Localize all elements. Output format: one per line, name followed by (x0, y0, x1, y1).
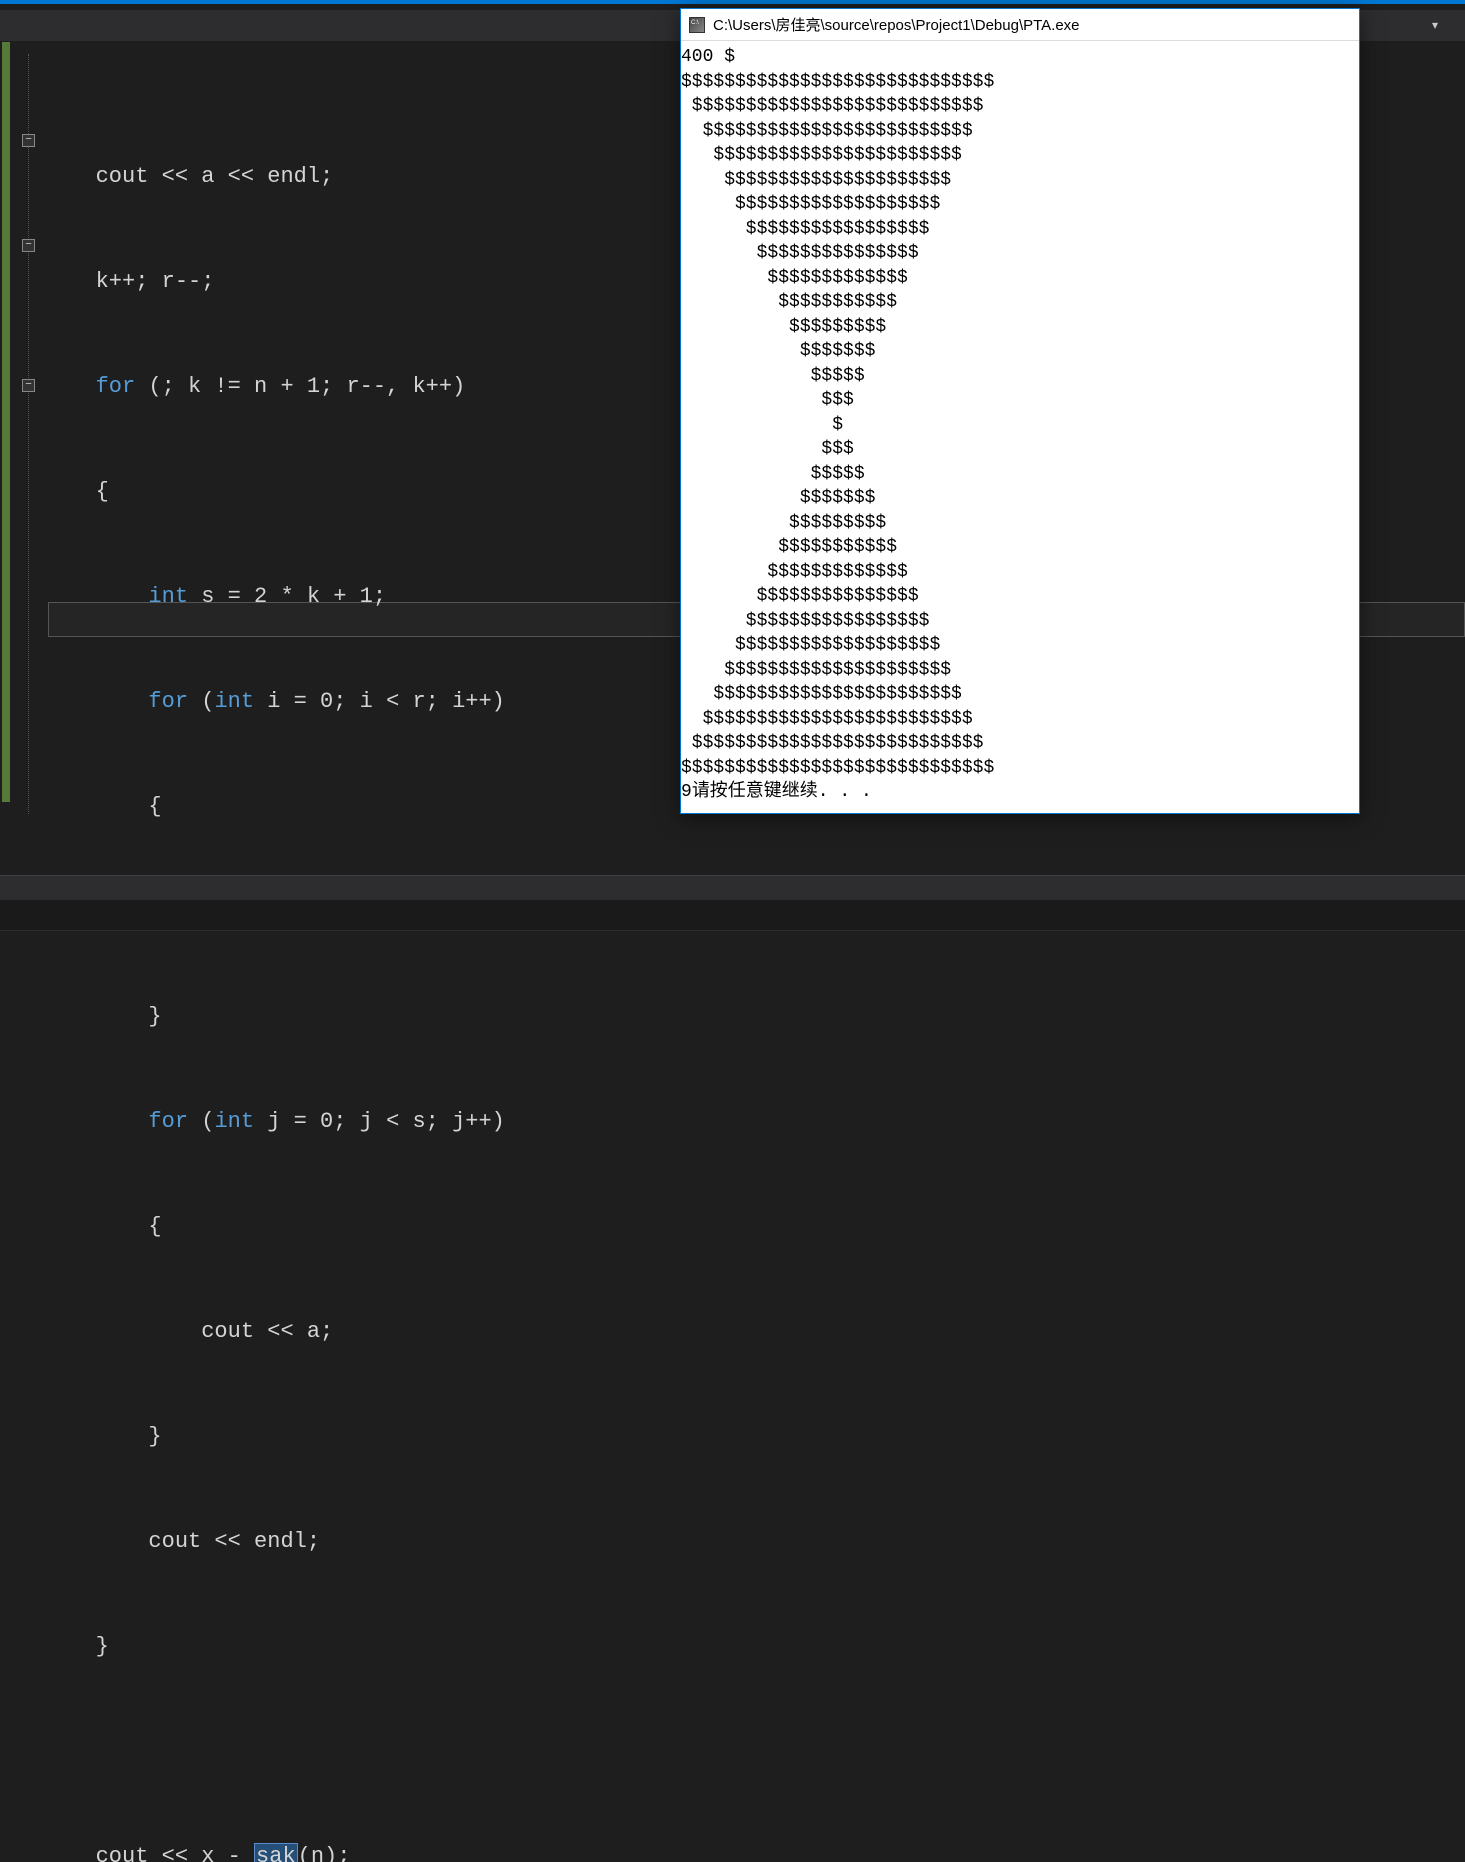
code-text: cout << a; (201, 1319, 333, 1344)
editor-gutter: − − − (0, 42, 48, 862)
fold-guide-line (28, 54, 29, 814)
console-titlebar[interactable]: C:\Users\房佳亮\source\repos\Project1\Debug… (681, 9, 1359, 41)
code-text: ( (188, 1109, 214, 1134)
change-tracking-bar (2, 42, 10, 802)
code-text: cout << a << endl; (96, 164, 334, 189)
code-text: ( (188, 689, 214, 714)
code-text: { (148, 1214, 161, 1239)
console-shape-output: $$$$$$$$$$$$$$$$$$$$$$$$$$$$$ $$$$$$$$$$… (681, 72, 994, 778)
keyword-int: int (214, 689, 254, 714)
fold-toggle-icon[interactable]: − (22, 239, 35, 252)
keyword-for: for (148, 689, 188, 714)
status-bar-area (0, 875, 1465, 931)
console-input-echo: 400 $ (681, 47, 735, 67)
console-title-text: C:\Users\房佳亮\source\repos\Project1\Debug… (713, 14, 1080, 35)
code-text: { (96, 479, 109, 504)
code-text: } (148, 1004, 161, 1029)
code-text: cout << x - (96, 1844, 254, 1862)
keyword-int: int (148, 584, 188, 609)
console-window[interactable]: C:\Users\房佳亮\source\repos\Project1\Debug… (680, 8, 1360, 814)
console-output[interactable]: 400 $ $$$$$$$$$$$$$$$$$$$$$$$$$$$$$ $$$$… (681, 41, 1359, 813)
keyword-for: for (148, 1109, 188, 1134)
code-text: (; k != n + 1; r--, k++) (135, 374, 465, 399)
code-text: k++; r--; (96, 269, 215, 294)
tab-dropdown-icon[interactable]: ▾ (1425, 16, 1445, 36)
selected-identifier: sak (254, 1843, 298, 1862)
code-text: } (148, 1424, 161, 1449)
code-text: } (96, 1634, 109, 1659)
fold-toggle-icon[interactable]: − (22, 134, 35, 147)
console-pause-prompt: 请按任意键继续. . . (692, 782, 872, 802)
code-text: (n); (298, 1844, 351, 1862)
code-text: j = 0; j < s; j++) (254, 1109, 505, 1134)
status-bar (0, 900, 1465, 930)
console-app-icon (689, 17, 705, 33)
keyword-for: for (96, 374, 136, 399)
fold-column: − − − (22, 42, 40, 862)
code-text: s = 2 * k + 1; (188, 584, 386, 609)
keyword-int: int (214, 1109, 254, 1134)
code-text: { (148, 794, 161, 819)
code-text: i = 0; i < r; i++) (254, 689, 505, 714)
fold-toggle-icon[interactable]: − (22, 379, 35, 392)
console-remainder: 9 (681, 782, 692, 802)
code-text: cout << endl; (148, 1529, 320, 1554)
